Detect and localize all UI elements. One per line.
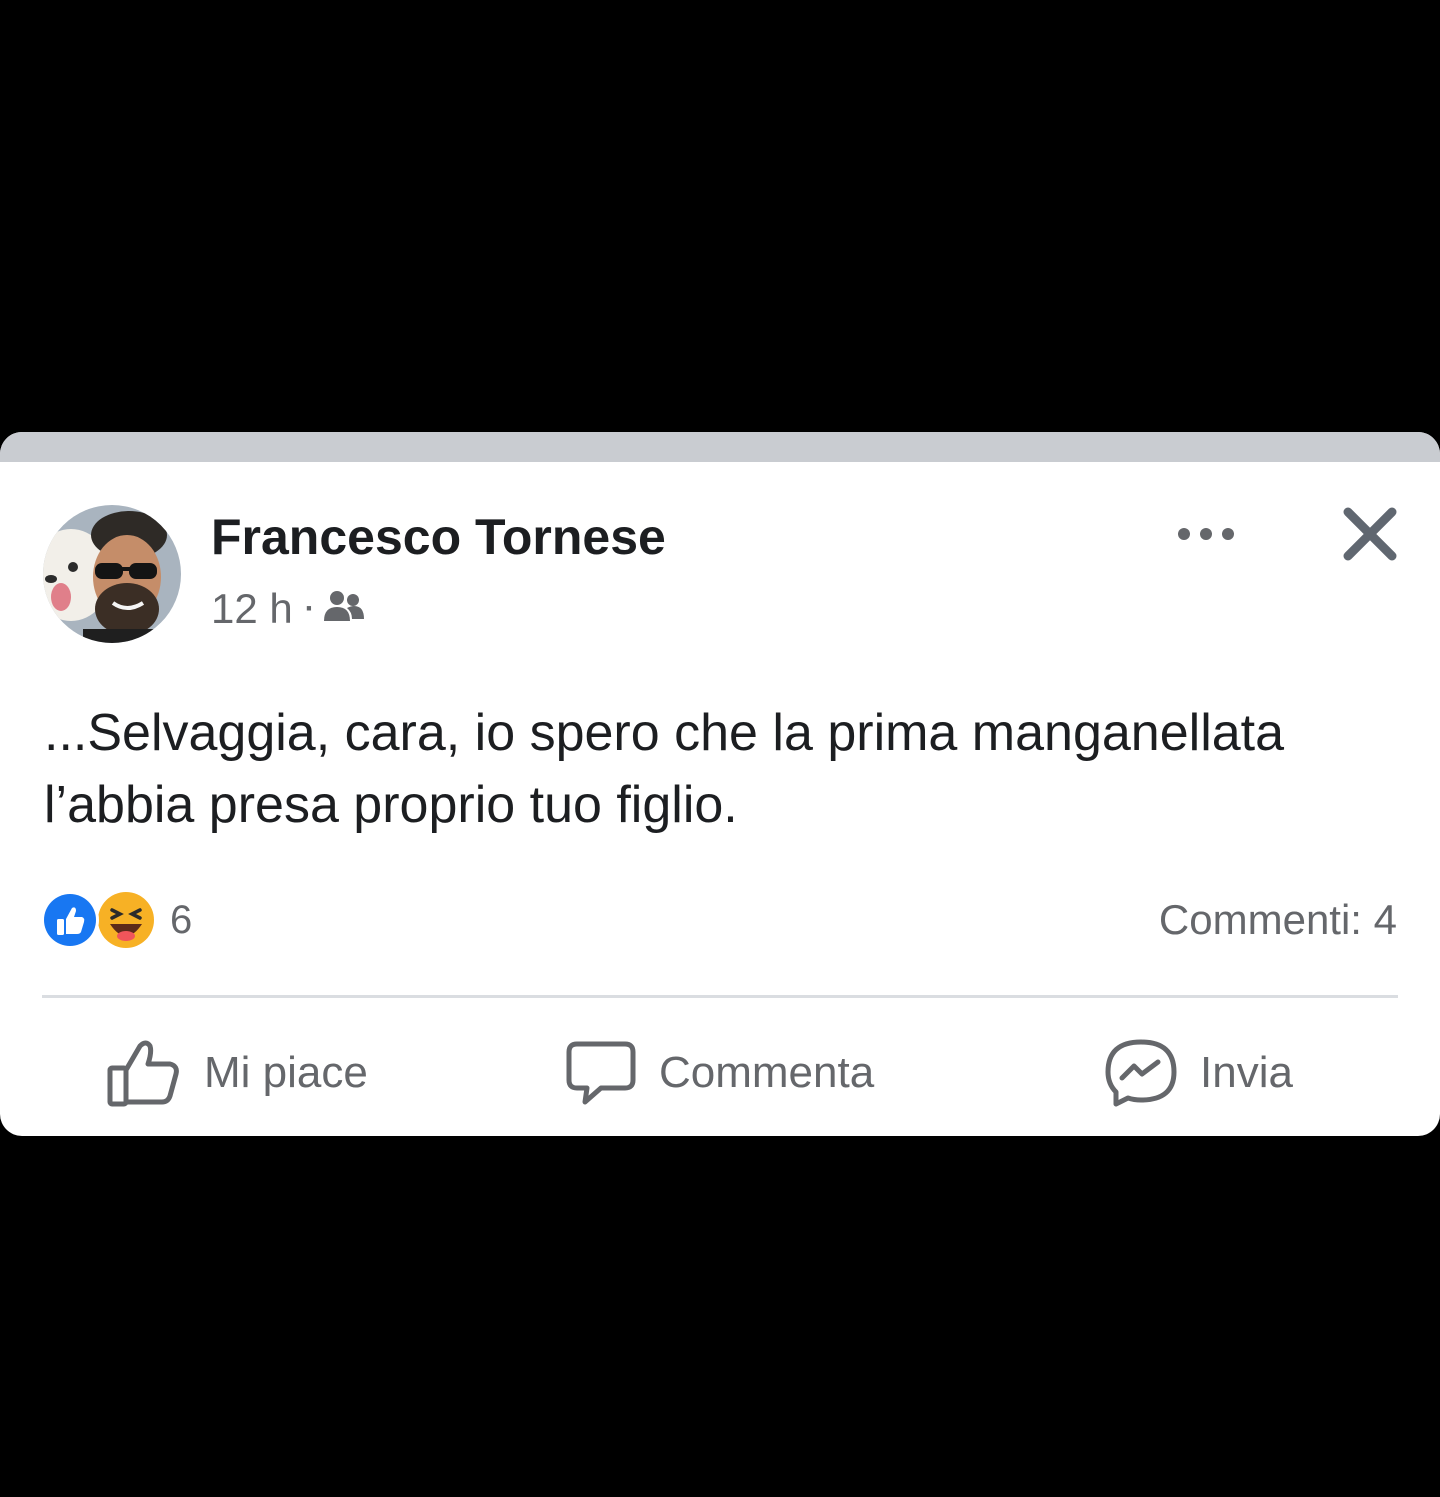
author-name[interactable]: Francesco Tornese bbox=[211, 508, 666, 566]
messenger-icon bbox=[1104, 1038, 1178, 1108]
comments-count[interactable]: Commenti: 4 bbox=[1159, 890, 1397, 950]
comment-label: Commenta bbox=[659, 1048, 875, 1097]
haha-reaction-icon bbox=[98, 892, 154, 948]
comment-icon bbox=[565, 1038, 637, 1108]
card-top-strip bbox=[0, 432, 1440, 462]
close-button[interactable] bbox=[1338, 502, 1402, 566]
reactions-summary[interactable]: 6 bbox=[40, 890, 192, 950]
close-icon bbox=[1343, 507, 1397, 561]
divider bbox=[42, 995, 1398, 998]
meta-separator: · bbox=[304, 592, 315, 625]
post-text: ...Selvaggia, cara, io spero che la prim… bbox=[44, 704, 1285, 834]
author-avatar[interactable] bbox=[43, 505, 181, 643]
reaction-count: 6 bbox=[170, 897, 193, 942]
like-button[interactable]: Mi piace bbox=[106, 1036, 368, 1110]
post-meta: 12 h · bbox=[211, 584, 365, 634]
post-time[interactable]: 12 h bbox=[211, 585, 293, 633]
comment-button[interactable]: Commenta bbox=[565, 1036, 874, 1110]
more-options-icon bbox=[1178, 528, 1234, 540]
send-button[interactable]: Invia bbox=[1104, 1036, 1293, 1110]
post-card: Francesco Tornese 12 h · ...Selvaggia, c… bbox=[0, 432, 1440, 1136]
more-options-button[interactable] bbox=[1172, 514, 1240, 554]
reaction-icons bbox=[41, 891, 154, 949]
friends-icon bbox=[323, 585, 365, 633]
thumbs-up-icon bbox=[106, 1038, 182, 1108]
send-label: Invia bbox=[1200, 1048, 1293, 1097]
like-reaction-icon bbox=[41, 891, 99, 949]
like-label: Mi piace bbox=[204, 1048, 368, 1097]
